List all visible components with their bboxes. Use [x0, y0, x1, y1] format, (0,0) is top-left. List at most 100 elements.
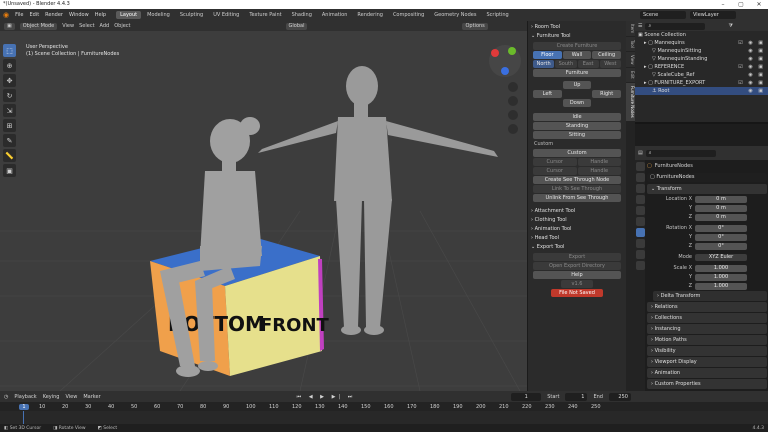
visibility-section[interactable]: › Visibility: [647, 346, 767, 356]
rotation-y-field[interactable]: 0°: [695, 233, 747, 241]
head-tool-header[interactable]: › Head Tool: [531, 234, 623, 243]
tab-tool[interactable]: Tool: [626, 37, 635, 51]
motion-paths-section[interactable]: › Motion Paths: [647, 335, 767, 345]
menu-object[interactable]: Object: [114, 23, 130, 29]
filter-icon[interactable]: ⧩: [728, 23, 732, 29]
custom-handle-button-2[interactable]: Handle: [577, 167, 621, 175]
location-x-field[interactable]: 0 m: [695, 195, 747, 203]
help-button[interactable]: Help: [533, 271, 621, 279]
cursor-icon[interactable]: ⊕: [3, 59, 16, 72]
properties-type-icon[interactable]: ▤: [638, 150, 643, 156]
custom-cursor-button-2[interactable]: Cursor: [533, 167, 577, 175]
menu-keying[interactable]: Keying: [43, 394, 60, 400]
tab-scripting[interactable]: Scripting: [482, 11, 512, 19]
tab-texture-paint[interactable]: Texture Paint: [245, 11, 285, 19]
custom-cursor-button-1[interactable]: Cursor: [533, 158, 577, 166]
3d-viewport[interactable]: BOTTOM FRONT: [0, 31, 527, 391]
outliner-row[interactable]: ▽ MannequinSitting ◉ ▣: [635, 47, 768, 55]
world-tab-icon[interactable]: [636, 217, 645, 226]
outliner-row[interactable]: ▸ ▢ Mannequins ☑ ◉ ▣: [635, 39, 768, 47]
menu-playback[interactable]: Playback: [14, 394, 36, 400]
direction-south-button[interactable]: South: [555, 60, 577, 68]
furniture-button[interactable]: Furniture: [533, 69, 621, 77]
scene-selector[interactable]: Scene: [640, 11, 686, 19]
tab-furniture-nodes[interactable]: Furniture Nodes: [626, 83, 635, 121]
data-tab-icon[interactable]: [636, 261, 645, 270]
menu-marker[interactable]: Marker: [83, 394, 100, 400]
measure-icon[interactable]: 📏: [3, 149, 16, 162]
rotation-z-field[interactable]: 0°: [695, 242, 747, 250]
rotation-x-field[interactable]: 0°: [695, 224, 747, 232]
outliner-type-icon[interactable]: ☰: [638, 23, 642, 29]
blender-logo-icon[interactable]: ◉: [3, 11, 9, 19]
view-layer-tab-icon[interactable]: [636, 195, 645, 204]
menu-render[interactable]: Render: [45, 12, 63, 18]
outliner-row[interactable]: ▸ ▢ FURNITURE_EXPORT ☑ ◉ ▣: [635, 79, 768, 87]
tab-uv-editing[interactable]: UV Editing: [209, 11, 243, 19]
instancing-section[interactable]: › Instancing: [647, 324, 767, 334]
move-up-button[interactable]: Up: [563, 81, 591, 89]
menu-help[interactable]: Help: [95, 12, 106, 18]
tab-layout[interactable]: Layout: [116, 11, 142, 19]
visibility-icons[interactable]: ◉ ▣: [748, 87, 765, 95]
object-name[interactable]: FurnitureNodes: [655, 163, 693, 169]
move-left-button[interactable]: Left: [533, 90, 562, 98]
visibility-icons[interactable]: ◉ ▣: [748, 55, 765, 63]
location-y-field[interactable]: 0 m: [695, 204, 747, 212]
tab-view[interactable]: View: [626, 51, 635, 68]
custom-handle-button-1[interactable]: Handle: [577, 158, 621, 166]
move-right-button[interactable]: Right: [592, 90, 622, 98]
view-side-buttons[interactable]: [508, 82, 518, 134]
surface-floor-button[interactable]: Floor: [533, 51, 562, 59]
tab-rendering[interactable]: Rendering: [353, 11, 387, 19]
visibility-icons[interactable]: ◉ ▣: [748, 47, 765, 55]
scene-tab-icon[interactable]: [636, 206, 645, 215]
current-frame-field[interactable]: 1: [511, 392, 542, 401]
render-tab-icon[interactable]: [636, 173, 645, 182]
rotation-mode-select[interactable]: XYZ Euler: [695, 253, 747, 261]
delta-transform-section[interactable]: › Delta Transform: [653, 291, 767, 301]
animation-section[interactable]: › Animation: [647, 368, 767, 378]
scale-x-field[interactable]: 1.000: [695, 264, 747, 272]
tab-modeling[interactable]: Modeling: [143, 11, 174, 19]
unlink-see-through-button[interactable]: Unlink From See Through: [533, 194, 621, 202]
object-data-field[interactable]: ▢ FurnitureNodes: [647, 173, 767, 182]
menu-timeline-view[interactable]: View: [65, 394, 77, 400]
animation-tool-header[interactable]: › Animation Tool: [531, 225, 623, 234]
export-button[interactable]: Export: [533, 253, 621, 261]
scale-icon[interactable]: ⇲: [3, 104, 16, 117]
tab-geometry-nodes[interactable]: Geometry Nodes: [430, 11, 480, 19]
properties-search-input[interactable]: ⌕: [645, 149, 716, 157]
scale-z-field[interactable]: 1.000: [695, 282, 747, 290]
room-tool-header[interactable]: › Room Tool: [531, 23, 623, 32]
physics-tab-icon[interactable]: [636, 239, 645, 248]
menu-add[interactable]: Add: [100, 23, 110, 29]
relations-section[interactable]: › Relations: [647, 302, 767, 312]
clothing-tool-header[interactable]: › Clothing Tool: [531, 216, 623, 225]
frame-tick-current[interactable]: 1: [19, 403, 29, 410]
transform-orientation-selector[interactable]: Global: [285, 22, 308, 30]
location-z-field[interactable]: 0 m: [695, 213, 747, 221]
link-see-through-button[interactable]: Link To See Through: [533, 185, 621, 193]
tab-shading[interactable]: Shading: [288, 11, 316, 19]
minimize-icon[interactable]: –: [714, 0, 732, 9]
playhead[interactable]: [23, 411, 24, 424]
outliner-row[interactable]: ⚓ Root ◉ ▣: [635, 87, 768, 95]
menu-view[interactable]: View: [62, 23, 74, 29]
outliner-row[interactable]: ▣ Scene Collection: [635, 31, 768, 39]
direction-west-button[interactable]: West: [599, 60, 621, 68]
outliner-row[interactable]: ▽ MannequinStanding ◉ ▣: [635, 55, 768, 63]
timeline-type-icon[interactable]: ◷: [4, 394, 8, 400]
transform-icon[interactable]: ⊞: [3, 119, 16, 132]
mode-selector[interactable]: Object Mode: [19, 22, 58, 30]
direction-north-button[interactable]: North: [533, 60, 555, 68]
move-down-button[interactable]: Down: [563, 99, 591, 107]
tab-animation[interactable]: Animation: [318, 11, 352, 19]
navigation-gizmo[interactable]: [489, 45, 521, 77]
pose-sitting-button[interactable]: Sitting: [533, 131, 621, 139]
transform-section[interactable]: ⌄ Transform: [647, 184, 767, 194]
menu-edit[interactable]: Edit: [29, 12, 39, 18]
surface-ceiling-button[interactable]: Ceiling: [592, 51, 622, 59]
close-icon[interactable]: ✕: [750, 0, 768, 9]
rotate-icon[interactable]: ↻: [3, 89, 16, 102]
